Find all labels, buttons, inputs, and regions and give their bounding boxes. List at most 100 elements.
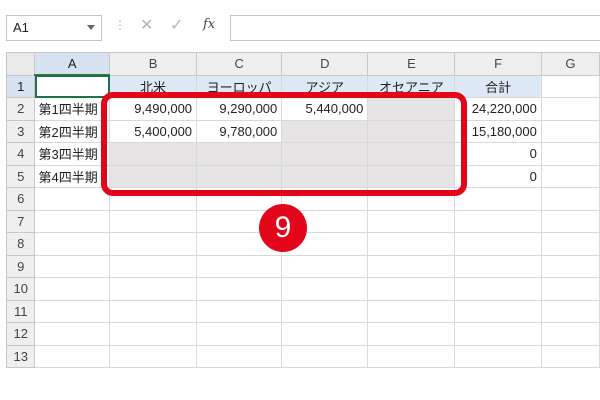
cell-d1[interactable]: アジア (281, 74, 369, 98)
row-header-4[interactable]: 4 (5, 142, 36, 166)
enter-icon[interactable]: ✓ (170, 15, 183, 35)
row-header-8[interactable]: 8 (5, 232, 36, 256)
cell-g12[interactable] (540, 322, 600, 346)
row-header-12[interactable]: 12 (5, 322, 36, 346)
cell-c11[interactable] (196, 299, 283, 323)
cell-b7[interactable] (109, 209, 198, 233)
cell-c6[interactable] (196, 187, 283, 211)
cell-a3[interactable]: 第2四半期 (34, 119, 111, 143)
cell-f13[interactable] (454, 344, 542, 368)
column-header-a[interactable]: A (34, 52, 111, 76)
cell-b3[interactable]: 5,400,000 (109, 119, 198, 143)
cell-a10[interactable] (34, 277, 111, 301)
cell-d5[interactable] (281, 164, 369, 188)
cell-b9[interactable] (109, 254, 198, 278)
cell-g5[interactable] (540, 164, 600, 188)
cell-a8[interactable] (34, 232, 111, 256)
cell-b6[interactable] (109, 187, 198, 211)
column-header-g[interactable]: G (540, 52, 600, 76)
cell-g3[interactable] (540, 119, 600, 143)
cell-g2[interactable] (540, 97, 600, 121)
cell-e8[interactable] (367, 232, 456, 256)
cell-d10[interactable] (281, 277, 369, 301)
cell-b8[interactable] (109, 232, 198, 256)
cell-b12[interactable] (109, 322, 198, 346)
cell-a13[interactable] (34, 344, 111, 368)
cell-g1[interactable] (540, 74, 600, 98)
row-header-6[interactable]: 6 (5, 187, 36, 211)
cell-f3[interactable]: 15,180,000 (454, 119, 542, 143)
row-header-3[interactable]: 3 (5, 119, 36, 143)
cell-g7[interactable] (540, 209, 600, 233)
row-header-5[interactable]: 5 (5, 164, 36, 188)
cell-d4[interactable] (281, 142, 369, 166)
cell-e2[interactable] (367, 97, 456, 121)
cell-c9[interactable] (196, 254, 283, 278)
cell-a9[interactable] (34, 254, 111, 278)
cell-f7[interactable] (454, 209, 542, 233)
cell-b2[interactable]: 9,490,000 (109, 97, 198, 121)
cell-c3[interactable]: 9,780,000 (196, 119, 283, 143)
cell-e5[interactable] (367, 164, 456, 188)
cell-b11[interactable] (109, 299, 198, 323)
cell-e10[interactable] (367, 277, 456, 301)
cell-f5[interactable]: 0 (454, 164, 542, 188)
row-header-7[interactable]: 7 (5, 209, 36, 233)
cell-a4[interactable]: 第3四半期 (34, 142, 111, 166)
cell-f8[interactable] (454, 232, 542, 256)
cell-c12[interactable] (196, 322, 283, 346)
cell-e7[interactable] (367, 209, 456, 233)
cell-f12[interactable] (454, 322, 542, 346)
cell-b1[interactable]: 北米 (109, 74, 198, 98)
cell-f2[interactable]: 24,220,000 (454, 97, 542, 121)
cell-a11[interactable] (34, 299, 111, 323)
cell-d12[interactable] (281, 322, 369, 346)
cell-d11[interactable] (281, 299, 369, 323)
cell-d13[interactable] (281, 344, 369, 368)
cell-e4[interactable] (367, 142, 456, 166)
cell-c4[interactable] (196, 142, 283, 166)
row-header-9[interactable]: 9 (5, 254, 36, 278)
row-header-11[interactable]: 11 (5, 299, 36, 323)
cell-f6[interactable] (454, 187, 542, 211)
column-header-f[interactable]: F (454, 52, 542, 76)
cell-e1[interactable]: オセアニア (367, 74, 456, 98)
cell-a1[interactable] (34, 74, 111, 98)
cell-c5[interactable] (196, 164, 283, 188)
cell-c1[interactable]: ヨーロッパ (196, 74, 283, 98)
cell-g8[interactable] (540, 232, 600, 256)
row-header-13[interactable]: 13 (5, 344, 36, 368)
cell-g11[interactable] (540, 299, 600, 323)
cell-g4[interactable] (540, 142, 600, 166)
cell-a6[interactable] (34, 187, 111, 211)
cell-f4[interactable]: 0 (454, 142, 542, 166)
name-box[interactable]: A1 (6, 15, 102, 41)
cell-c10[interactable] (196, 277, 283, 301)
cell-a5[interactable]: 第4四半期 (34, 164, 111, 188)
cell-d9[interactable] (281, 254, 369, 278)
cell-b13[interactable] (109, 344, 198, 368)
cell-e6[interactable] (367, 187, 456, 211)
column-header-b[interactable]: B (109, 52, 198, 76)
cell-b5[interactable] (109, 164, 198, 188)
chevron-down-icon[interactable] (87, 25, 95, 30)
column-header-d[interactable]: D (281, 52, 369, 76)
row-header-2[interactable]: 2 (5, 97, 36, 121)
cell-f9[interactable] (454, 254, 542, 278)
cell-a12[interactable] (34, 322, 111, 346)
column-header-e[interactable]: E (367, 52, 456, 76)
row-header-1[interactable]: 1 (5, 74, 36, 98)
cell-e13[interactable] (367, 344, 456, 368)
cell-b4[interactable] (109, 142, 198, 166)
select-all-corner[interactable] (5, 52, 36, 76)
formula-input[interactable] (230, 15, 600, 41)
cell-b10[interactable] (109, 277, 198, 301)
insert-function-icon[interactable]: fx (203, 17, 215, 32)
column-header-c[interactable]: C (196, 52, 283, 76)
cell-e9[interactable] (367, 254, 456, 278)
cell-d2[interactable]: 5,440,000 (281, 97, 369, 121)
row-header-10[interactable]: 10 (5, 277, 36, 301)
cancel-icon[interactable]: ✕ (140, 15, 153, 35)
cell-d3[interactable] (281, 119, 369, 143)
cell-e11[interactable] (367, 299, 456, 323)
